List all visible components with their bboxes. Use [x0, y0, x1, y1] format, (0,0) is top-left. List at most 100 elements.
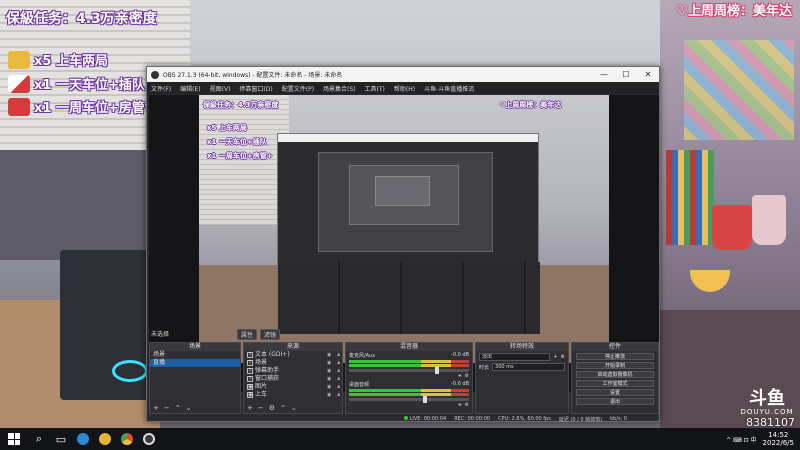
nested-obs-window [277, 133, 540, 334]
source-label: 文本 (GDI+) [255, 351, 290, 358]
move-up-icon[interactable]: ⌃ [280, 404, 286, 412]
search-icon[interactable]: ⌕ [28, 428, 50, 450]
obs-status-bar: LIVE: 00:00:04 REC: 00:00:00 CPU: 2.6%, … [149, 415, 659, 423]
maximize-button[interactable]: ☐ [615, 67, 637, 82]
nested-docks [278, 262, 540, 334]
gear-icon[interactable]: ⚙ [465, 373, 469, 379]
source-item[interactable]: T 场景 ◉ 🔒︎ [244, 359, 342, 367]
volume-meter [349, 360, 469, 363]
start-button[interactable] [0, 428, 28, 450]
menu-edit[interactable]: 编辑(E) [180, 84, 200, 93]
studio-mode-button[interactable]: 工作室模式 [576, 380, 654, 387]
windows-taskbar: ⌕ ▭ ^ ⌨ ⊡ 中 14:52 2022/6/5 [0, 428, 800, 450]
gear-icon[interactable]: ⚙ [465, 402, 469, 408]
menu-file[interactable]: 文件(F) [151, 84, 171, 93]
source-label: 窗口捕获 [255, 375, 280, 382]
menu-docks[interactable]: 停靠窗口(D) [239, 84, 272, 93]
transition-select[interactable]: 淡出 [479, 353, 551, 361]
lock-icon[interactable]: 🔒︎ [337, 367, 340, 375]
lock-icon[interactable]: 🔒︎ [337, 351, 340, 359]
obs-taskbar-button[interactable] [138, 428, 160, 450]
slider-knob[interactable] [435, 367, 440, 374]
system-tray[interactable]: ^ ⌨ ⊡ 中 [726, 435, 756, 444]
exit-button[interactable]: 退出 [576, 398, 654, 405]
slider-knob[interactable] [423, 396, 428, 403]
stop-streaming-button[interactable]: 停止推流 [576, 353, 654, 360]
preview-overlay-item: x1 一天车位+插队 [207, 138, 267, 146]
rgb-ring [112, 360, 148, 382]
controls-header: 控件 [572, 343, 658, 351]
menu-scene-collection[interactable]: 场景集合(S) [323, 84, 356, 93]
live-status: LIVE: 00:00:04 [404, 416, 446, 422]
menu-profile[interactable]: 配置文件(P) [282, 84, 314, 93]
remove-scene-button[interactable]: − [164, 404, 170, 412]
taskbar-clock[interactable]: 14:52 2022/6/5 [763, 431, 794, 447]
duration-input[interactable]: 300 ms [492, 363, 565, 371]
source-item[interactable]: T 窗口捕获 ◉ 🔒︎ [244, 375, 342, 383]
gear-icon[interactable]: ⚙ [561, 354, 565, 360]
eye-icon[interactable]: ◉ [327, 351, 331, 359]
windows-logo-icon [8, 433, 20, 445]
close-button[interactable]: ✕ [637, 67, 659, 82]
eye-icon[interactable]: ◉ [327, 383, 331, 391]
add-transition-icon[interactable]: + [553, 354, 557, 360]
text-source-icon: T [247, 368, 253, 374]
source-item[interactable]: T 文本 (GDI+) ◉ 🔒︎ [244, 351, 342, 359]
properties-button[interactable]: 属性 [237, 329, 258, 340]
move-down-icon[interactable]: ⌄ [186, 404, 192, 412]
overlay-item: x5 上车两局 [8, 50, 108, 69]
live-dot-icon [404, 416, 408, 420]
task-view-icon[interactable]: ▭ [50, 428, 72, 450]
yellow-app-taskbar-button[interactable] [94, 428, 116, 450]
source-item[interactable]: ▣ 图片 ◉ 🔒︎ [244, 383, 342, 391]
move-up-icon[interactable]: ⌃ [175, 404, 181, 412]
mixer-header: 混音器 [346, 343, 472, 351]
overlay-mission-title: 保級任务：4.3万亲密度 [6, 11, 157, 27]
eye-icon[interactable]: ◉ [327, 367, 331, 375]
rec-status: REC: 00:00:00 [454, 416, 490, 422]
move-down-icon[interactable]: ⌄ [291, 404, 297, 412]
menu-douyu[interactable]: 斗鱼-斗鱼直播推流 [424, 84, 474, 93]
eye-icon[interactable]: ◉ [327, 391, 331, 399]
scene-item-selected[interactable]: 直播 [150, 359, 240, 367]
obs-titlebar[interactable]: OBS 27.1.3 (64-bit, windows) - 配置文件: 未命名… [147, 67, 659, 82]
source-label: 弹幕助手 [255, 367, 280, 374]
minimize-button[interactable]: — [593, 67, 615, 82]
scene-item[interactable]: 场景 [150, 351, 240, 359]
text-source-icon: T [247, 360, 253, 366]
sources-header: 来源 [244, 343, 342, 351]
filters-button[interactable]: 滤镜 [260, 329, 281, 340]
douyu-domain: DOUYU.COM [740, 408, 794, 416]
add-scene-button[interactable]: + [153, 404, 159, 412]
remove-source-button[interactable]: − [258, 404, 264, 412]
volume-slider[interactable] [349, 396, 469, 403]
edge-taskbar-button[interactable] [72, 428, 94, 450]
audio-mixer-dock: 混音器 麦克风/Aux -0.0 dB 🔊︎ ⚙ 桌面音频 -0.0 dB 🔊︎ ⚙ [345, 342, 473, 414]
add-source-button[interactable]: + [247, 404, 253, 412]
menu-view[interactable]: 视图(V) [210, 84, 231, 93]
chrome-taskbar-button[interactable] [116, 428, 138, 450]
eye-icon[interactable]: ◉ [327, 359, 331, 367]
eye-icon[interactable]: ◉ [327, 375, 331, 383]
menu-help[interactable]: 帮助(H) [394, 84, 415, 93]
lock-icon[interactable]: 🔒︎ [337, 359, 340, 367]
duration-label: 时长 [479, 364, 490, 371]
source-item[interactable]: T 弹幕助手 ◉ 🔒︎ [244, 367, 342, 375]
text-source-icon: T [247, 352, 253, 358]
scenes-header: 场景 [150, 343, 240, 351]
lock-icon[interactable]: 🔒︎ [337, 375, 340, 383]
volume-slider[interactable] [349, 367, 469, 374]
source-settings-icon[interactable]: ⚙ [269, 404, 275, 412]
settings-button[interactable]: 设置 [576, 389, 654, 396]
obs-window[interactable]: OBS 27.1.3 (64-bit, windows) - 配置文件: 未命名… [146, 66, 660, 423]
virtual-camera-button[interactable]: 启动虚拟摄像机 [576, 371, 654, 378]
source-label: 场景 [255, 359, 268, 366]
lock-icon[interactable]: 🔒︎ [337, 391, 340, 399]
speaker-icon[interactable]: 🔊︎ [458, 373, 461, 379]
clock-date: 2022/6/5 [762, 439, 794, 447]
menu-tools[interactable]: 工具(T) [365, 84, 385, 93]
start-recording-button[interactable]: 开始录制 [576, 362, 654, 369]
lock-icon[interactable]: 🔒︎ [337, 383, 340, 391]
speaker-icon[interactable]: 🔊︎ [458, 402, 461, 408]
source-item[interactable]: ▣ 上车 ◉ 🔒︎ [244, 391, 342, 399]
